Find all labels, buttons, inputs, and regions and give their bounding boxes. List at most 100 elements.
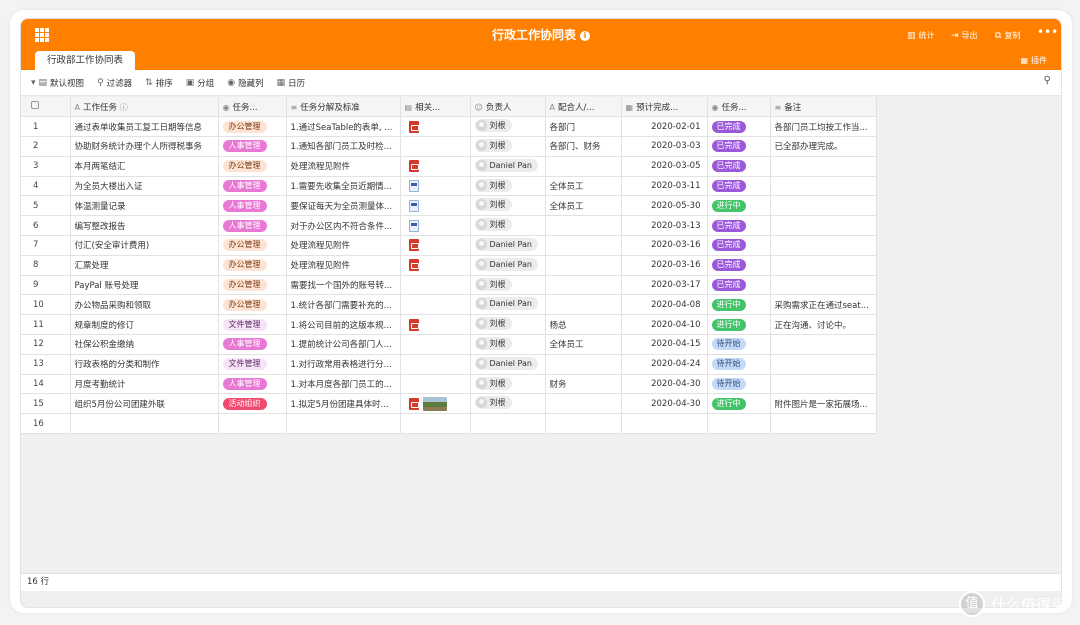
breakdown-cell[interactable]: 处理流程见附件 bbox=[286, 235, 401, 256]
owner-cell[interactable]: Daniel Pan bbox=[470, 255, 546, 276]
status-cell[interactable]: 已完成 bbox=[707, 235, 771, 256]
files-cell[interactable] bbox=[400, 334, 471, 355]
category-cell[interactable]: 办公管理 bbox=[218, 255, 287, 276]
partner-cell[interactable]: 各部门、财务 bbox=[545, 136, 622, 157]
files-cell[interactable] bbox=[400, 235, 471, 256]
partner-cell[interactable] bbox=[545, 275, 622, 296]
note-cell[interactable] bbox=[770, 176, 877, 197]
owner-cell[interactable]: 刘根 bbox=[470, 116, 546, 138]
category-cell[interactable]: 人事管理 bbox=[218, 334, 287, 355]
tab-admin-table[interactable]: 行政部工作协同表 bbox=[35, 51, 136, 70]
category-cell[interactable]: 办公管理 bbox=[218, 294, 287, 316]
plugin-button[interactable]: ▦ 插件 bbox=[1020, 55, 1047, 66]
files-cell[interactable] bbox=[400, 156, 471, 177]
task-cell[interactable]: 办公物品采购和领取 bbox=[70, 294, 219, 316]
owner-cell[interactable]: 刘根 bbox=[470, 215, 546, 237]
breakdown-cell[interactable]: 1.统计各部门需要补充的... bbox=[286, 294, 401, 316]
row-number[interactable]: 4 bbox=[21, 176, 71, 197]
pdf-file-icon[interactable] bbox=[408, 160, 419, 173]
owner-cell[interactable]: Daniel Pan bbox=[470, 354, 546, 375]
breakdown-cell[interactable]: 1.将公司目前的这版本规... bbox=[286, 314, 401, 336]
table-row[interactable]: 6 编写整改报告 人事管理 对于办公区内不符合条件... 刘根 2020-03-13 已完成 bbox=[21, 215, 877, 237]
category-cell[interactable]: 文件管理 bbox=[218, 314, 287, 336]
partner-cell[interactable]: 各部门 bbox=[545, 116, 622, 138]
partner-cell[interactable] bbox=[545, 255, 622, 276]
table-row[interactable]: 7 付汇(安全审计费用) 办公管理 处理流程见附件 Daniel Pan 2020-03-… bbox=[21, 235, 877, 256]
table-row[interactable]: 1 通过表单收集员工复工日期等信息 办公管理 1.通过SeaTable的表单, ...… bbox=[21, 116, 877, 138]
partner-cell[interactable] bbox=[545, 235, 622, 256]
files-cell[interactable] bbox=[400, 255, 471, 276]
row-number[interactable]: 15 bbox=[21, 393, 71, 415]
breakdown-cell[interactable]: 1.拟定5月份团建具体时... bbox=[286, 393, 401, 415]
status-cell[interactable]: 进行中 bbox=[707, 314, 771, 336]
note-cell[interactable] bbox=[770, 215, 877, 237]
export-button[interactable]: ⇥ 导出 bbox=[951, 30, 978, 41]
group-button[interactable]: ▣ 分组 bbox=[186, 77, 215, 89]
doc-file-icon[interactable] bbox=[408, 219, 419, 232]
table-row[interactable]: 9 PayPal 账号处理 办公管理 需要找一个国外的账号转... 刘根 2020-03-… bbox=[21, 275, 877, 296]
due-date-cell[interactable]: 2020-02-01 bbox=[621, 116, 708, 138]
task-cell[interactable]: 月度考勤统计 bbox=[70, 374, 219, 395]
doc-file-icon[interactable] bbox=[408, 199, 419, 212]
column-header[interactable]: A 配合人/... bbox=[545, 97, 622, 118]
breakdown-cell[interactable]: 1.需要先收集全员近期情... bbox=[286, 176, 401, 197]
empty-cell[interactable] bbox=[400, 413, 471, 435]
calendar-button[interactable]: ▦ 日历 bbox=[277, 77, 306, 89]
due-date-cell[interactable]: 2020-03-11 bbox=[621, 176, 708, 197]
row-number[interactable]: 5 bbox=[21, 195, 71, 217]
category-cell[interactable]: 办公管理 bbox=[218, 235, 287, 256]
files-cell[interactable] bbox=[400, 393, 471, 415]
task-cell[interactable]: 行政表格的分类和制作 bbox=[70, 354, 219, 375]
partner-cell[interactable]: 全体员工 bbox=[545, 176, 622, 197]
more-button[interactable]: ••• bbox=[1037, 25, 1058, 39]
category-cell[interactable]: 办公管理 bbox=[218, 156, 287, 177]
breakdown-cell[interactable]: 需要找一个国外的账号转... bbox=[286, 275, 401, 296]
column-header[interactable]: ◉ 任务... bbox=[707, 97, 771, 118]
table-row[interactable]: 4 为全员大楼出入证 人事管理 1.需要先收集全员近期情... 刘根 全体员工 2020-0… bbox=[21, 176, 877, 197]
due-date-cell[interactable]: 2020-05-30 bbox=[621, 195, 708, 217]
table-row[interactable]: 3 本月两笔结汇 办公管理 处理流程见附件 Daniel Pan 2020-03-05 已完… bbox=[21, 156, 877, 177]
due-date-cell[interactable]: 2020-04-24 bbox=[621, 354, 708, 375]
doc-file-icon[interactable] bbox=[408, 180, 419, 193]
note-cell[interactable] bbox=[770, 334, 877, 355]
owner-cell[interactable]: 刘根 bbox=[470, 314, 546, 336]
status-cell[interactable]: 已完成 bbox=[707, 255, 771, 276]
files-cell[interactable] bbox=[400, 195, 471, 217]
task-cell[interactable]: 体温测量记录 bbox=[70, 195, 219, 217]
note-cell[interactable]: 采购需求正在通过seat... bbox=[770, 294, 877, 316]
breakdown-cell[interactable]: 1.对行政常用表格进行分... bbox=[286, 354, 401, 375]
table-row[interactable]: 13 行政表格的分类和制作 文件管理 1.对行政常用表格进行分... Daniel Pa… bbox=[21, 354, 877, 375]
due-date-cell[interactable]: 2020-04-08 bbox=[621, 294, 708, 316]
row-number[interactable]: 8 bbox=[21, 255, 71, 276]
table-row[interactable]: 11 规章制度的修订 文件管理 1.将公司目前的这版本规... 刘根 杨总 2020-04-… bbox=[21, 314, 877, 336]
status-cell[interactable]: 进行中 bbox=[707, 393, 771, 415]
category-cell[interactable]: 办公管理 bbox=[218, 275, 287, 296]
status-cell[interactable]: 已完成 bbox=[707, 275, 771, 296]
row-number[interactable]: 1 bbox=[21, 116, 71, 138]
breakdown-cell[interactable]: 1.对本月度各部门员工的... bbox=[286, 374, 401, 395]
copy-button[interactable]: ⧉ 复制 bbox=[995, 30, 1020, 41]
row-number[interactable]: 14 bbox=[21, 374, 71, 395]
category-cell[interactable]: 文件管理 bbox=[218, 354, 287, 375]
note-cell[interactable] bbox=[770, 374, 877, 395]
owner-cell[interactable]: 刘根 bbox=[470, 195, 546, 217]
due-date-cell[interactable]: 2020-03-13 bbox=[621, 215, 708, 237]
note-cell[interactable]: 正在沟通、讨论中。 bbox=[770, 314, 877, 336]
stats-button[interactable]: ▥ 统计 bbox=[907, 30, 935, 41]
due-date-cell[interactable]: 2020-03-16 bbox=[621, 255, 708, 276]
task-cell[interactable]: 付汇(安全审计费用) bbox=[70, 235, 219, 256]
note-cell[interactable] bbox=[770, 156, 877, 177]
due-date-cell[interactable]: 2020-03-03 bbox=[621, 136, 708, 157]
sort-button[interactable]: ⇅ 排序 bbox=[145, 77, 173, 89]
note-cell[interactable]: 附件图片是一家拓展场... bbox=[770, 393, 877, 415]
breakdown-cell[interactable]: 要保证每天为全员测量体... bbox=[286, 195, 401, 217]
empty-cell[interactable] bbox=[470, 413, 546, 435]
column-header[interactable]: ☺ 负责人 bbox=[470, 97, 546, 118]
due-date-cell[interactable]: 2020-04-30 bbox=[621, 393, 708, 415]
files-cell[interactable] bbox=[400, 374, 471, 395]
category-cell[interactable]: 人事管理 bbox=[218, 195, 287, 217]
filter-button[interactable]: ⚲ 过滤器 bbox=[97, 77, 132, 89]
status-cell[interactable]: 进行中 bbox=[707, 195, 771, 217]
row-number[interactable]: 2 bbox=[21, 136, 71, 157]
partner-cell[interactable] bbox=[545, 354, 622, 375]
